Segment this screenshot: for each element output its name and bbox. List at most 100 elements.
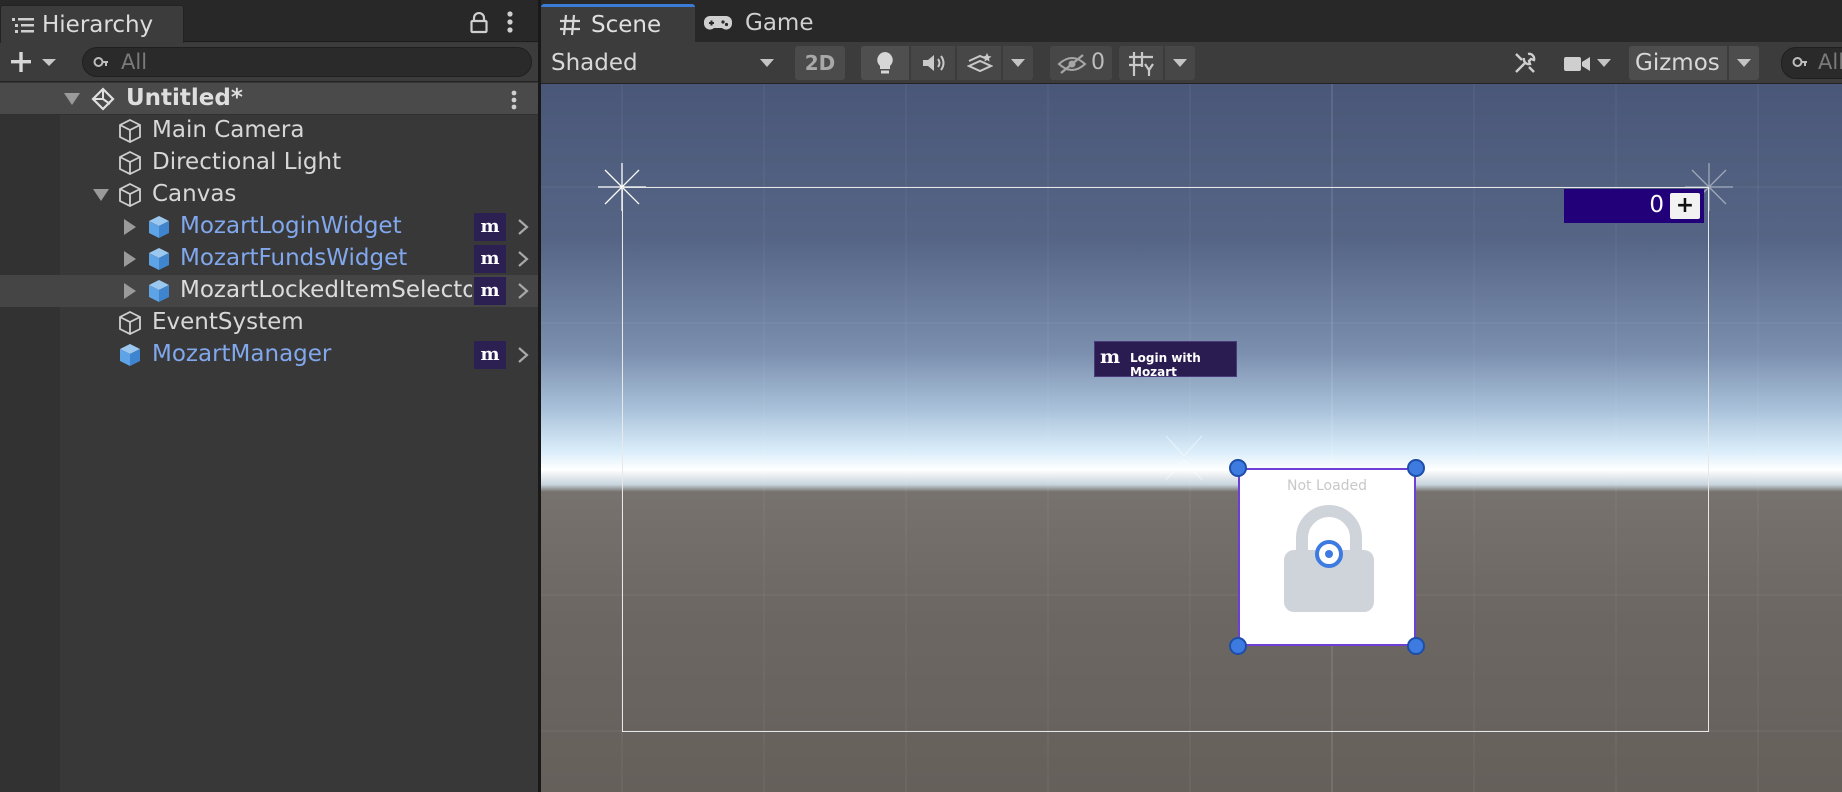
tab-hierarchy[interactable]: Hierarchy <box>0 5 184 43</box>
mozart-badge-icon: m <box>474 213 506 241</box>
scene-view-panel: Scene Game Shaded 2D 0 Gizmos All 0 + m … <box>541 0 1842 792</box>
lighting-toggle[interactable] <box>861 46 909 80</box>
hash-grid-icon <box>560 14 580 36</box>
2d-mode-toggle[interactable]: 2D <box>795 46 845 80</box>
item-label: MozartLoginWidget <box>180 213 402 239</box>
speaker-icon <box>923 55 945 71</box>
scene-search-input[interactable]: All <box>1781 47 1842 79</box>
gameobject-cube-icon <box>119 310 141 336</box>
add-dropdown-button[interactable] <box>6 47 62 77</box>
chevron-right-icon[interactable] <box>516 249 530 269</box>
foldout-arrow-icon[interactable] <box>64 93 80 105</box>
item-label: EventSystem <box>152 309 304 335</box>
audio-toggle[interactable] <box>911 46 955 80</box>
eye-hidden-icon <box>1057 54 1087 74</box>
chevron-down-icon <box>760 59 774 67</box>
search-placeholder: All <box>1818 50 1842 74</box>
hierarchy-item[interactable]: MozartFundsWidget m <box>0 243 538 275</box>
chevron-right-icon[interactable] <box>516 281 530 301</box>
lightbulb-icon <box>877 52 893 74</box>
hierarchy-item[interactable]: EventSystem <box>0 307 538 339</box>
draw-mode-dropdown[interactable]: Shaded <box>545 46 781 80</box>
mozart-badge-icon: m <box>474 245 506 273</box>
grid-snap-icon <box>1129 52 1154 76</box>
hierarchy-item[interactable]: MozartManager m <box>0 339 538 371</box>
list-icon <box>12 18 34 33</box>
scene-root-row[interactable]: Untitled* <box>0 83 538 115</box>
item-label: Directional Light <box>152 149 342 175</box>
mozart-badge-icon: m <box>474 277 506 305</box>
hierarchy-item[interactable]: Canvas <box>0 179 538 211</box>
lock-icon[interactable] <box>470 12 488 34</box>
rect-handle-top-right[interactable] <box>1407 459 1425 477</box>
chevron-right-icon[interactable] <box>516 345 530 365</box>
prefab-cube-icon <box>120 344 140 366</box>
grid-dropdown[interactable] <box>1165 46 1195 80</box>
hierarchy-toolbar: All <box>0 43 538 82</box>
add-funds-button[interactable]: + <box>1670 193 1700 219</box>
locked-item-selector[interactable]: Not Loaded <box>1238 468 1416 646</box>
item-label: MozartFundsWidget <box>180 245 408 271</box>
scene-viewport[interactable]: 0 + m Login with Mozart Not Loaded <box>541 84 1842 792</box>
hierarchy-tab-bar: Hierarchy <box>0 0 538 43</box>
hierarchy-item-selected[interactable]: MozartLockedItemSelecto m <box>0 275 538 307</box>
item-label: MozartLockedItemSelecto <box>180 277 472 303</box>
kebab-menu-icon[interactable] <box>506 10 514 34</box>
tools-button[interactable] <box>1507 46 1543 80</box>
tab-hierarchy-label: Hierarchy <box>42 12 154 38</box>
hidden-count: 0 <box>1091 50 1105 75</box>
gizmos-toggle[interactable]: Gizmos <box>1629 46 1727 80</box>
login-with-mozart-button[interactable]: m Login with Mozart <box>1094 341 1237 379</box>
mozart-badge-icon: m <box>474 341 506 369</box>
foldout-arrow-icon[interactable] <box>124 251 136 267</box>
2d-mode-label: 2D <box>804 51 836 75</box>
tab-scene[interactable]: Scene <box>541 4 695 42</box>
camera-settings-dropdown[interactable] <box>1563 46 1617 80</box>
hierarchy-item[interactable]: Main Camera <box>0 115 538 147</box>
rect-handle-top-left[interactable] <box>1229 459 1247 477</box>
funds-amount: 0 <box>1649 192 1664 218</box>
item-label: MozartManager <box>152 341 332 367</box>
foldout-arrow-icon[interactable] <box>124 283 136 299</box>
effects-dropdown[interactable] <box>1003 46 1033 80</box>
hierarchy-item[interactable]: Directional Light <box>0 147 538 179</box>
hierarchy-tree: Untitled* Main Camera Directional Light <box>0 83 538 792</box>
chevron-down-icon <box>1597 59 1611 67</box>
foldout-arrow-icon[interactable] <box>93 189 109 201</box>
gameobject-cube-icon <box>119 182 141 208</box>
scene-tab-bar: Scene Game <box>541 0 1842 42</box>
prefab-cube-icon <box>149 280 169 302</box>
gameobject-cube-icon <box>119 150 141 176</box>
search-placeholder: All <box>121 50 148 74</box>
scene-visibility-toggle[interactable]: 0 <box>1050 46 1112 80</box>
grid-snapping-toggle[interactable] <box>1119 46 1163 80</box>
wrench-tools-icon <box>1515 52 1536 73</box>
hierarchy-item[interactable]: MozartLoginWidget m <box>0 211 538 243</box>
hierarchy-panel: Hierarchy All Untitled* Main Camera Dire… <box>0 0 538 792</box>
draw-mode-label: Shaded <box>551 50 638 76</box>
unity-logo-icon <box>91 87 115 111</box>
login-button-label: Login with Mozart <box>1130 351 1201 379</box>
padlock-icon <box>1284 505 1374 612</box>
gizmos-dropdown[interactable] <box>1729 46 1759 80</box>
foldout-arrow-icon[interactable] <box>124 219 136 235</box>
chevron-right-icon[interactable] <box>516 217 530 237</box>
scene-toolbar: Shaded 2D 0 Gizmos All <box>541 42 1842 84</box>
chevron-down-icon <box>1173 59 1187 67</box>
rect-handle-bottom-left[interactable] <box>1229 637 1247 655</box>
locked-item-status: Not Loaded <box>1286 478 1368 494</box>
gameobject-cube-icon <box>119 118 141 144</box>
canvas-bounds <box>622 187 1709 732</box>
item-label: Canvas <box>152 181 237 207</box>
kebab-menu-icon[interactable] <box>510 89 518 111</box>
chevron-down-icon <box>1737 59 1751 67</box>
funds-widget[interactable]: 0 + <box>1564 189 1704 223</box>
tab-game[interactable]: Game <box>701 4 851 42</box>
rect-handle-bottom-right[interactable] <box>1407 637 1425 655</box>
prefab-cube-icon <box>149 248 169 270</box>
hierarchy-search-input[interactable]: All <box>82 47 532 77</box>
gamepad-icon <box>704 16 732 30</box>
search-icon <box>1792 57 1807 67</box>
effects-toggle[interactable] <box>957 46 1001 80</box>
layers-effects-icon <box>967 53 993 73</box>
